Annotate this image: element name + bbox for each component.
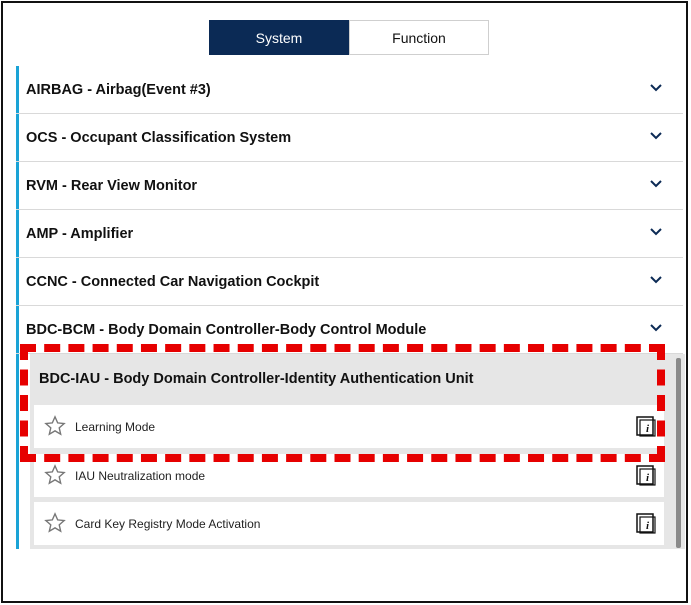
system-label: RVM - Rear View Monitor xyxy=(26,177,198,194)
system-row-airbag[interactable]: AIRBAG - Airbag(Event #3) xyxy=(16,66,683,114)
system-label: BDC-BCM - Body Domain Controller-Body Co… xyxy=(26,321,427,338)
function-item-learning-mode[interactable]: Learning Mode i xyxy=(34,405,664,448)
system-label: OCS - Occupant Classification System xyxy=(26,129,292,146)
star-icon[interactable] xyxy=(44,464,66,486)
star-icon[interactable] xyxy=(44,415,66,437)
info-icon[interactable]: i xyxy=(636,416,656,437)
accent-bar xyxy=(16,354,19,549)
group-header[interactable]: BDC-IAU - Body Domain Controller-Identit… xyxy=(30,354,652,404)
system-row-rvm[interactable]: RVM - Rear View Monitor xyxy=(16,162,683,210)
accent-bar xyxy=(16,162,19,209)
expanded-group-bdc-iau: BDC-IAU - Body Domain Controller-Identit… xyxy=(30,354,685,549)
function-label: Learning Mode xyxy=(75,419,156,434)
system-row-amp[interactable]: AMP - Amplifier xyxy=(16,210,683,258)
system-label: CCNC - Connected Car Navigation Cockpit xyxy=(26,273,320,290)
accent-bar xyxy=(16,306,19,353)
accent-bar xyxy=(16,210,19,257)
accent-bar xyxy=(16,258,19,305)
accent-bar xyxy=(16,66,19,113)
function-item-iau-neutralization[interactable]: IAU Neutralization mode i xyxy=(34,454,664,497)
tab-bar: System Function xyxy=(209,20,489,55)
info-icon[interactable]: i xyxy=(636,513,656,534)
system-label: AMP - Amplifier xyxy=(26,225,134,242)
info-icon[interactable]: i xyxy=(636,465,656,486)
function-label: IAU Neutralization mode xyxy=(75,468,206,483)
system-row-bdc-bcm[interactable]: BDC-BCM - Body Domain Controller-Body Co… xyxy=(16,306,683,354)
tab-system[interactable]: System xyxy=(209,20,349,55)
accent-bar xyxy=(16,114,19,161)
system-list: AIRBAG - Airbag(Event #3) OCS - Occupant… xyxy=(16,66,683,354)
tab-function[interactable]: Function xyxy=(349,20,489,55)
star-icon[interactable] xyxy=(44,512,66,534)
chevron-down-icon[interactable] xyxy=(649,321,663,335)
system-label: AIRBAG - Airbag(Event #3) xyxy=(26,81,211,98)
chevron-down-icon[interactable] xyxy=(649,81,663,95)
system-row-ccnc[interactable]: CCNC - Connected Car Navigation Cockpit xyxy=(16,258,683,306)
system-row-ocs[interactable]: OCS - Occupant Classification System xyxy=(16,114,683,162)
chevron-down-icon[interactable] xyxy=(649,177,663,191)
chevron-down-icon[interactable] xyxy=(649,273,663,287)
chevron-down-icon[interactable] xyxy=(649,129,663,143)
scrollbar[interactable] xyxy=(676,358,681,548)
function-item-card-key-registry[interactable]: Card Key Registry Mode Activation i xyxy=(34,502,664,545)
function-label: Card Key Registry Mode Activation xyxy=(75,516,261,531)
chevron-down-icon[interactable] xyxy=(649,225,663,239)
